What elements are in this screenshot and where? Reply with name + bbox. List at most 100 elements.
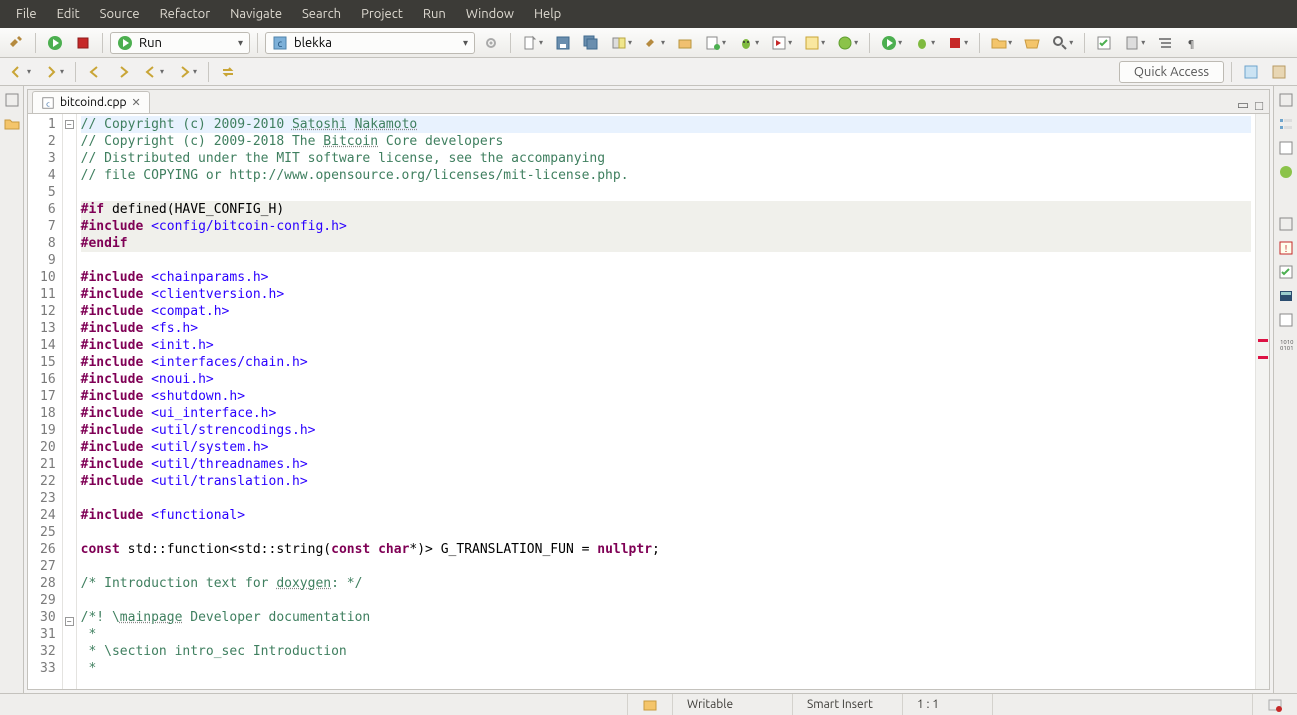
code-editor[interactable]: 1234567891011121314151617181920212223242… (28, 114, 1269, 689)
outline-icon[interactable] (1153, 32, 1177, 54)
chevron-down-icon: ▾ (463, 37, 468, 49)
status-insert-mode: Smart Insert (792, 694, 902, 715)
menu-help[interactable]: Help (524, 3, 571, 25)
separator (979, 33, 980, 53)
pin-icon[interactable]: ¶ (1181, 32, 1205, 54)
debug-green-icon[interactable]: ▾ (910, 32, 939, 54)
menu-bar: FileEditSourceRefactorNavigateSearchProj… (0, 0, 1297, 28)
maximize-icon[interactable]: □ (1255, 98, 1263, 113)
swap-icon[interactable] (216, 61, 240, 83)
binary-icon[interactable]: 10100101 (1278, 336, 1294, 352)
new-icon[interactable]: ▾ (518, 32, 547, 54)
run-config-combo[interactable]: Run ▾ (110, 32, 250, 54)
menu-navigate[interactable]: Navigate (220, 3, 292, 25)
stop-button[interactable] (71, 32, 95, 54)
menu-file[interactable]: File (6, 3, 47, 25)
separator (35, 33, 36, 53)
forward-icon[interactable] (111, 61, 135, 83)
menu-source[interactable]: Source (90, 3, 150, 25)
menu-window[interactable]: Window (456, 3, 524, 25)
menu-search[interactable]: Search (292, 3, 351, 25)
outline-view-icon[interactable] (1278, 116, 1294, 132)
toggle-icon[interactable]: ▾ (607, 32, 636, 54)
build-icon[interactable]: ▾ (640, 32, 669, 54)
properties-icon[interactable] (1278, 312, 1294, 328)
perspective-open-icon[interactable] (1267, 61, 1291, 83)
main-toolbar: Run ▾ c blekka ▾ ▾ ▾ ▾ ▾ ▾ ▾ ▾ ▾ ▾ ▾ ▾ ▾… (0, 28, 1297, 58)
build-targets-icon[interactable] (1278, 164, 1294, 180)
run-last-icon[interactable]: ▾ (767, 32, 796, 54)
profile-icon[interactable]: ▾ (833, 32, 862, 54)
status-tip-icon[interactable] (1252, 694, 1297, 715)
task-icon[interactable] (1092, 32, 1116, 54)
back-icon[interactable] (83, 61, 107, 83)
save-all-icon[interactable] (579, 32, 603, 54)
line-numbers: 1234567891011121314151617181920212223242… (28, 114, 63, 689)
step-back-icon[interactable]: ▾ (6, 61, 35, 83)
new-folder-icon[interactable]: ▾ (987, 32, 1016, 54)
separator (869, 33, 870, 53)
project-combo-label: blekka (294, 36, 332, 50)
folding-column[interactable]: −− (63, 114, 77, 689)
close-icon[interactable]: ✕ (132, 96, 141, 109)
status-empty (992, 694, 1252, 715)
new-class-icon[interactable]: ▾ (701, 32, 730, 54)
console-icon[interactable] (1278, 288, 1294, 304)
status-cursor-pos: 1 : 1 (902, 694, 992, 715)
task-list-icon[interactable] (1278, 140, 1294, 156)
search-icon[interactable]: ▾ (1048, 32, 1077, 54)
gear-icon[interactable] (479, 32, 503, 54)
step-fwd-icon[interactable]: ▾ (39, 61, 68, 83)
restore-view-icon[interactable] (1278, 92, 1294, 108)
restore-view-icon[interactable] (1278, 216, 1294, 232)
svg-text:c: c (278, 38, 283, 49)
perspective-cpp-icon[interactable] (1239, 61, 1263, 83)
hammer-icon[interactable] (4, 32, 28, 54)
problems-icon[interactable]: ! (1278, 240, 1294, 256)
tasks-icon[interactable] (1278, 264, 1294, 280)
run-green-icon[interactable]: ▾ (877, 32, 906, 54)
quick-access-label: Quick Access (1134, 65, 1209, 79)
svg-text:!: ! (1284, 243, 1287, 254)
menu-edit[interactable]: Edit (47, 3, 90, 25)
svg-text:c: c (46, 100, 50, 108)
chevron-down-icon: ▾ (238, 37, 243, 49)
quick-access-field[interactable]: Quick Access (1119, 61, 1224, 83)
workspace: c bitcoind.cpp ✕ ▭ □ 1234567891011121314… (0, 86, 1297, 693)
minimize-icon[interactable]: ▭ (1237, 98, 1249, 113)
separator (510, 33, 511, 53)
status-icon-cell (627, 694, 672, 715)
debug-icon[interactable]: ▾ (734, 32, 763, 54)
menu-run[interactable]: Run (413, 3, 456, 25)
separator (1231, 62, 1232, 82)
svg-text:0101: 0101 (1280, 345, 1294, 352)
save-icon[interactable] (551, 32, 575, 54)
build-target-icon[interactable] (673, 32, 697, 54)
run-button[interactable] (43, 32, 67, 54)
tab-filename: bitcoind.cpp (60, 96, 127, 109)
tab-controls: ▭ □ (1237, 98, 1263, 113)
separator (208, 62, 209, 82)
project-combo[interactable]: c blekka ▾ (265, 32, 475, 54)
menu-project[interactable]: Project (351, 3, 413, 25)
separator (102, 33, 103, 53)
menu-refactor[interactable]: Refactor (150, 3, 221, 25)
coverage-icon[interactable]: ▾ (800, 32, 829, 54)
project-explorer-icon[interactable] (4, 116, 20, 132)
separator (75, 62, 76, 82)
svg-text:¶: ¶ (1188, 38, 1194, 49)
code-content[interactable]: // Copyright (c) 2009-2010 Satoshi Nakam… (77, 114, 1255, 689)
status-writable: Writable (672, 694, 792, 715)
editor-tab[interactable]: c bitcoind.cpp ✕ (32, 91, 150, 113)
restore-view-icon[interactable] (4, 92, 20, 108)
open-folder-icon[interactable] (1020, 32, 1044, 54)
right-trim: ! 10100101 (1273, 86, 1297, 693)
overview-ruler[interactable] (1255, 114, 1269, 689)
bookmark-icon[interactable]: ▾ (1120, 32, 1149, 54)
perspective-toolbar: ▾ ▾ ▾ ▾ Quick Access (0, 58, 1297, 86)
separator (1084, 33, 1085, 53)
ext-tool-icon[interactable]: ▾ (943, 32, 972, 54)
forward-menu-icon[interactable]: ▾ (172, 61, 201, 83)
back-menu-icon[interactable]: ▾ (139, 61, 168, 83)
separator (257, 33, 258, 53)
